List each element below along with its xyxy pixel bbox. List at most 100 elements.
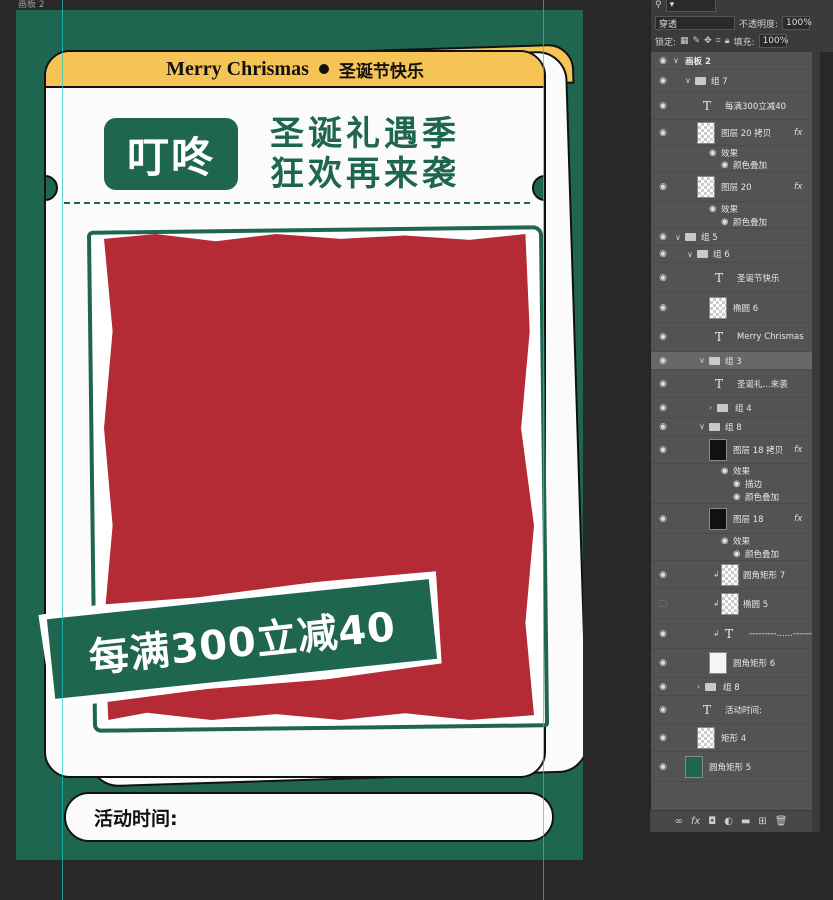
effect-row[interactable]: ◉ 描边 <box>651 477 813 490</box>
opacity-input[interactable]: 100% <box>782 16 812 30</box>
adjustment-icon[interactable]: ◐ <box>724 816 733 827</box>
eye-icon[interactable]: ◉ <box>657 629 669 639</box>
eye-icon[interactable]: ◉ <box>657 101 669 111</box>
document-tab-label[interactable]: 画板 2 <box>18 0 45 10</box>
new-layer-icon[interactable]: ⊞ <box>758 816 766 827</box>
effect-row[interactable]: ◉ 颜色叠加 <box>651 490 813 504</box>
eye-icon[interactable]: ◉ <box>657 422 669 432</box>
layer-row[interactable]: ◉ 图层 18 拷贝 fx <box>651 436 813 464</box>
layer-row[interactable]: ◉ 椭圆 6 <box>651 293 813 323</box>
lock-all-icon[interactable]: 🔒︎ <box>725 36 730 46</box>
chevron-right-icon[interactable]: › <box>697 682 700 691</box>
fx-icon[interactable]: fx <box>794 514 803 524</box>
trash-icon[interactable]: 🗑︎ <box>775 816 788 827</box>
eye-icon[interactable]: ◉ <box>657 232 669 242</box>
eye-icon[interactable]: ◉ <box>657 762 669 772</box>
layer-row[interactable]: ◉ › 组 8 <box>651 678 813 696</box>
link-icon[interactable]: ∞ <box>675 816 683 827</box>
layers-scrollbar[interactable] <box>812 52 820 832</box>
effect-row[interactable]: ◉ 颜色叠加 <box>651 547 813 561</box>
fill-input[interactable]: 100% <box>758 34 788 48</box>
effect-row[interactable]: ◉ 效果 <box>651 464 813 477</box>
chevron-right-icon[interactable]: › <box>709 403 712 412</box>
eye-icon[interactable]: ◉ <box>657 445 669 455</box>
layer-row[interactable]: ◉ 图层 20 拷贝 fx <box>651 120 813 146</box>
eye-icon[interactable]: ◉ <box>657 356 669 366</box>
effect-eye-icon[interactable]: ◉ <box>733 492 740 502</box>
effect-eye-icon[interactable]: ◉ <box>733 479 740 489</box>
eye-icon[interactable]: ◉ <box>657 379 669 389</box>
eye-icon[interactable]: ◉ <box>657 705 669 715</box>
eye-icon[interactable]: ◉ <box>657 733 669 743</box>
eye-icon[interactable]: ◉ <box>657 570 669 580</box>
chevron-down-icon[interactable]: ∨ <box>685 76 691 85</box>
eye-icon[interactable]: ◉ <box>657 403 669 413</box>
eye-icon[interactable]: ◉ <box>657 514 669 524</box>
eye-icon[interactable]: ◉ <box>657 56 669 66</box>
blend-mode-select[interactable]: 穿透 <box>655 16 735 30</box>
eye-icon[interactable]: ◉ <box>657 128 669 138</box>
effects-eye-icon[interactable]: ◉ <box>709 148 716 158</box>
effect-eye-icon[interactable]: ◉ <box>721 217 728 227</box>
eye-icon[interactable]: ◉ <box>657 76 669 86</box>
lock-move-icon[interactable]: ✥ <box>704 36 712 46</box>
layer-row[interactable]: ◉ ∨ 组 5 <box>651 229 813 246</box>
search-icon[interactable]: ⚲ <box>655 0 662 10</box>
lock-artboard-icon[interactable]: ⌗ <box>716 36 721 46</box>
layer-row[interactable]: ◉ T 圣诞节快乐 <box>651 263 813 293</box>
effects-eye-icon[interactable]: ◉ <box>721 536 728 546</box>
eye-icon[interactable]: ◉ <box>657 249 669 259</box>
mask-icon[interactable]: ◘ <box>708 816 716 827</box>
eye-icon[interactable]: ◉ <box>657 332 669 342</box>
layer-row[interactable]: ◉ ∨ 组 7 <box>651 70 813 92</box>
layer-row[interactable]: ◉ 圆角矩形 6 <box>651 649 813 678</box>
effect-row[interactable]: ◉ 效果 <box>651 146 813 159</box>
effect-row[interactable]: ◉ 效果 <box>651 534 813 547</box>
layer-row[interactable]: ▢ ↲ 椭圆 5 <box>651 589 813 619</box>
chevron-down-icon[interactable]: ∨ <box>673 56 679 65</box>
effect-row[interactable]: ◉ 颜色叠加 <box>651 215 813 229</box>
effect-row[interactable]: ◉ 颜色叠加 <box>651 159 813 172</box>
layer-row-selected[interactable]: ◉ ∨ 组 3 <box>651 352 813 370</box>
layer-row[interactable]: ◉ ↲ T ---------......-------- <box>651 619 817 649</box>
layer-row[interactable]: ◉ 图层 20 fx <box>651 172 813 202</box>
effect-eye-icon[interactable]: ◉ <box>733 549 740 559</box>
artboard-canvas[interactable]: Merry Chrismas 圣诞节快乐 叮咚 圣诞礼遇季 狂欢再来袭 每满30… <box>16 10 583 860</box>
layer-row[interactable]: ◉ T Merry Chrismas <box>651 323 813 352</box>
layer-row[interactable]: ◉ T 圣诞礼...来袭 <box>651 370 813 398</box>
chevron-down-icon[interactable]: ∨ <box>699 422 705 431</box>
filter-kind-select[interactable]: ▾ <box>665 0 716 12</box>
eye-icon[interactable]: ◉ <box>657 682 669 692</box>
layer-row[interactable]: ◉ ∨ 组 6 <box>651 246 813 263</box>
new-group-icon[interactable]: ▬ <box>741 816 750 827</box>
chevron-down-icon[interactable]: ∨ <box>699 356 705 365</box>
layer-row-artboard[interactable]: ◉ ∨ 画板 2 <box>651 52 813 70</box>
eye-icon[interactable]: ◉ <box>657 273 669 283</box>
chevron-down-icon[interactable]: ∨ <box>675 233 681 242</box>
layer-row[interactable]: ◉ 圆角矩形 5 <box>651 752 813 782</box>
lock-paint-icon[interactable]: ✎ <box>693 36 701 46</box>
fx-icon[interactable]: fx <box>691 816 700 827</box>
effect-row[interactable]: ◉ 效果 <box>651 202 813 215</box>
eye-icon[interactable]: ◉ <box>657 303 669 313</box>
fx-icon[interactable]: fx <box>794 445 803 455</box>
lock-transparent-icon[interactable]: ▦ <box>680 36 689 46</box>
layer-row[interactable]: ◉ 图层 18 fx <box>651 504 813 534</box>
eye-icon[interactable]: ◉ <box>657 658 669 668</box>
layer-row[interactable]: ◉ › 组 4 <box>651 398 813 418</box>
eye-icon[interactable]: ◉ <box>657 182 669 192</box>
eye-off-icon[interactable]: ▢ <box>657 599 669 609</box>
fx-icon[interactable]: fx <box>794 128 803 138</box>
effect-eye-icon[interactable]: ◉ <box>721 160 728 170</box>
guide-line-left[interactable] <box>62 0 63 900</box>
guide-line-right[interactable] <box>543 0 544 900</box>
layer-row[interactable]: ◉ ↲ 圆角矩形 7 <box>651 561 813 589</box>
effects-eye-icon[interactable]: ◉ <box>721 466 728 476</box>
layer-row[interactable]: ◉ T 活动时间: <box>651 696 813 724</box>
layer-row[interactable]: ◉ ∨ 组 8 <box>651 418 813 436</box>
layer-row[interactable]: ◉ T 每满300立减40 <box>651 92 813 120</box>
fx-icon[interactable]: fx <box>794 182 803 192</box>
layer-row[interactable]: ◉ 矩形 4 <box>651 724 813 752</box>
chevron-down-icon[interactable]: ∨ <box>687 250 693 259</box>
effects-eye-icon[interactable]: ◉ <box>709 204 716 214</box>
